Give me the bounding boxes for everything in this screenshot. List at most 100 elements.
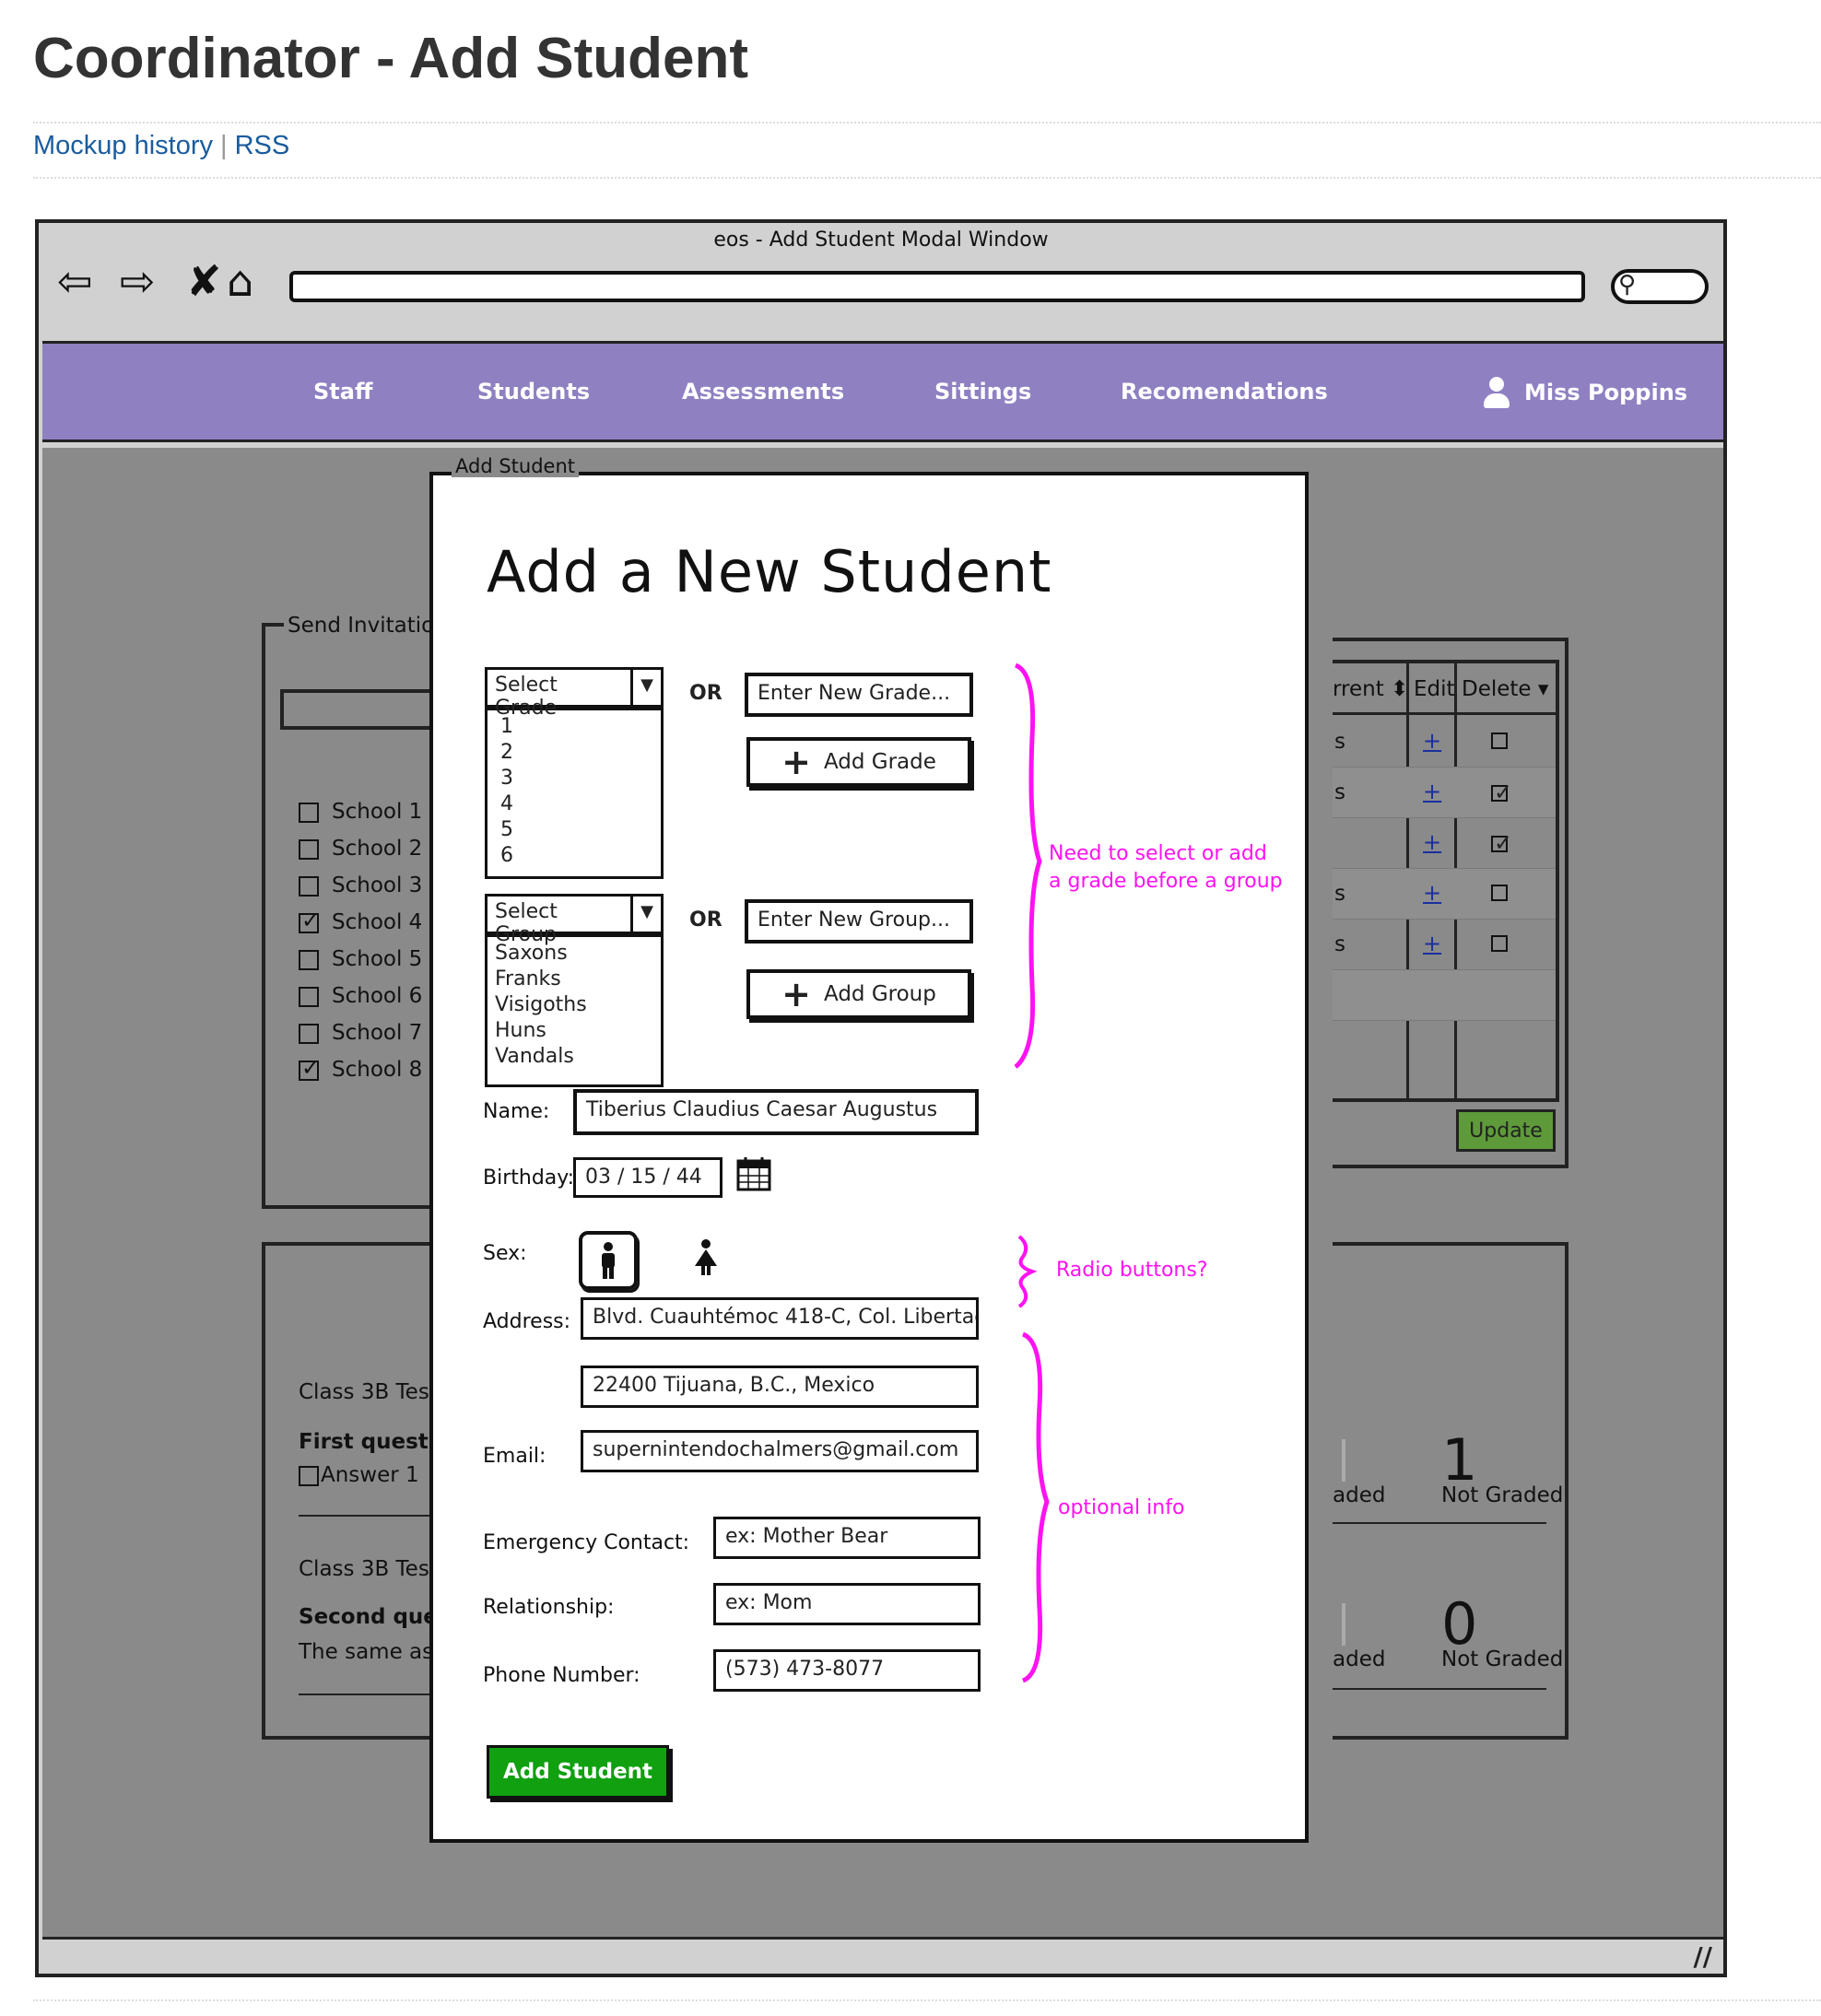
list-item[interactable]: 4 xyxy=(500,791,648,817)
new-group-input[interactable]: Enter New Group... xyxy=(745,899,973,944)
male-icon[interactable] xyxy=(579,1231,638,1290)
list-item[interactable]: Visigoths xyxy=(495,992,648,1018)
checkbox-checked[interactable] xyxy=(299,908,320,933)
select-group[interactable]: Select Group ▼ Saxons Franks Visigoths Hu… xyxy=(485,894,664,1087)
dropdown-arrow-icon[interactable]: ▼ xyxy=(633,670,661,705)
phone-input[interactable]: (573) 473-8077 xyxy=(713,1649,981,1692)
col-current[interactable]: rrent ⬍ xyxy=(1333,677,1408,701)
group-list[interactable]: Saxons Franks Visigoths Huns Vandals xyxy=(485,934,664,1087)
status-bar: // xyxy=(42,1937,1723,1974)
select-grade-header[interactable]: Select Grade ▼ xyxy=(485,667,664,720)
test-title: Class 3B Tes xyxy=(299,1557,429,1581)
graded-label: aded xyxy=(1333,1483,1386,1507)
rss-link[interactable]: RSS xyxy=(235,131,290,160)
list-item[interactable]: Saxons xyxy=(495,941,648,967)
list-item[interactable]: Huns xyxy=(495,1018,648,1044)
nav-sittings[interactable]: Sittings xyxy=(934,379,1031,404)
list-item[interactable]: 5 xyxy=(500,817,648,843)
add-student-button[interactable]: Add Student xyxy=(487,1745,669,1799)
table-header: rrent ⬍ Edit Delete ▾ xyxy=(1333,663,1556,715)
back-arrow-icon[interactable]: ⇦ xyxy=(57,260,93,302)
female-icon[interactable] xyxy=(680,1231,732,1283)
col-edit: Edit xyxy=(1414,677,1455,701)
school-item[interactable]: School 8 xyxy=(299,1055,422,1095)
checkbox[interactable] xyxy=(299,1023,319,1044)
calendar-icon[interactable] xyxy=(735,1155,772,1192)
delete-checkbox[interactable] xyxy=(1491,885,1508,901)
edit-link[interactable]: + xyxy=(1423,829,1441,855)
grade-list[interactable]: 1 2 3 4 5 6 xyxy=(485,708,664,879)
graded-label: aded xyxy=(1333,1647,1386,1671)
or-label: OR xyxy=(689,908,723,932)
table-row: s + xyxy=(1333,768,1556,818)
add-grade-button[interactable]: + Add Grade xyxy=(746,737,971,787)
list-item[interactable]: Franks xyxy=(495,967,648,992)
resize-grip-icon[interactable]: // xyxy=(1694,1941,1712,1972)
birthday-input[interactable]: 03 / 15 / 44 xyxy=(573,1157,723,1198)
edit-link[interactable]: + xyxy=(1423,931,1441,956)
mockup-history-link[interactable]: Mockup history xyxy=(33,131,213,160)
phone-label: Phone Number: xyxy=(483,1664,640,1687)
url-bar[interactable] xyxy=(289,271,1585,302)
test-answer: The same as xyxy=(299,1640,434,1664)
plus-icon: + xyxy=(781,974,811,1014)
new-grade-input[interactable]: Enter New Grade... xyxy=(745,673,973,717)
checkbox[interactable] xyxy=(299,949,319,970)
page-links: Mockup history | RSS xyxy=(33,131,289,161)
checkbox-checked[interactable] xyxy=(299,1055,320,1081)
add-group-button[interactable]: + Add Group xyxy=(746,969,971,1019)
test-question: Second ques xyxy=(299,1605,451,1629)
page-title: Coordinator - Add Student xyxy=(33,27,749,90)
nav-assessments[interactable]: Assessments xyxy=(682,379,844,404)
school-item[interactable]: School 1 xyxy=(299,800,422,837)
modal-heading: Add a New Student xyxy=(487,538,1052,605)
checkbox[interactable] xyxy=(299,1465,319,1486)
relationship-input[interactable]: ex: Mom xyxy=(713,1583,981,1625)
close-x-icon[interactable]: ✘ xyxy=(186,260,222,302)
nav-recomendations[interactable]: Recomendations xyxy=(1121,379,1328,404)
col-delete[interactable]: Delete ▾ xyxy=(1462,677,1548,701)
divider xyxy=(1333,1522,1546,1524)
list-item[interactable]: 2 xyxy=(500,740,648,766)
birthday-label: Birthday: xyxy=(483,1166,575,1190)
school-item[interactable]: School 7 xyxy=(299,1021,422,1058)
name-input[interactable]: Tiberius Claudius Caesar Augustus xyxy=(573,1089,979,1135)
emergency-contact-label: Emergency Contact: xyxy=(483,1531,690,1554)
update-button[interactable]: Update xyxy=(1456,1109,1556,1152)
list-item[interactable]: 6 xyxy=(500,843,648,869)
edit-link[interactable]: + xyxy=(1423,728,1441,754)
checkbox[interactable] xyxy=(299,802,319,823)
divider xyxy=(33,177,1821,179)
delete-checkbox[interactable] xyxy=(1491,935,1508,952)
school-item[interactable]: School 5 xyxy=(299,947,422,984)
school-item[interactable]: School 2 xyxy=(299,837,422,873)
edit-link[interactable]: + xyxy=(1423,880,1441,906)
address-line1-input[interactable]: Blvd. Cuauhtémoc 418-C, Col. Libertad xyxy=(581,1297,979,1340)
nav-staff[interactable]: Staff xyxy=(313,379,372,404)
home-icon[interactable]: ⌂ xyxy=(227,260,253,302)
select-group-header[interactable]: Select Group ▼ xyxy=(485,894,664,946)
email-input[interactable]: supernintendochalmers@gmail.com xyxy=(581,1430,979,1472)
search-field[interactable]: ⚲ xyxy=(1611,269,1709,304)
school-item[interactable]: School 3 xyxy=(299,873,422,910)
delete-checkbox-checked[interactable] xyxy=(1491,830,1512,856)
edit-link[interactable]: + xyxy=(1423,779,1441,804)
select-grade[interactable]: Select Grade ▼ 1 2 3 4 5 6 xyxy=(485,667,664,879)
emergency-contact-input[interactable]: ex: Mother Bear xyxy=(713,1517,981,1559)
dropdown-arrow-icon[interactable]: ▼ xyxy=(633,897,661,932)
divider xyxy=(33,1999,1821,2001)
forward-arrow-icon[interactable]: ⇨ xyxy=(120,260,156,302)
checkbox[interactable] xyxy=(299,838,319,860)
address-line2-input[interactable]: 22400 Tijuana, B.C., Mexico xyxy=(581,1365,979,1408)
delete-checkbox[interactable] xyxy=(1491,733,1508,749)
list-item[interactable]: Vandals xyxy=(495,1044,648,1070)
delete-checkbox-checked[interactable] xyxy=(1491,779,1512,805)
checkbox[interactable] xyxy=(299,875,319,897)
list-item[interactable]: 3 xyxy=(500,766,648,791)
school-item[interactable]: School 4 xyxy=(299,908,422,947)
or-label: OR xyxy=(689,682,723,705)
user-menu[interactable]: Miss Poppins xyxy=(1482,377,1687,408)
checkbox[interactable] xyxy=(299,986,319,1007)
nav-students[interactable]: Students xyxy=(477,379,590,404)
school-item[interactable]: School 6 xyxy=(299,984,422,1021)
